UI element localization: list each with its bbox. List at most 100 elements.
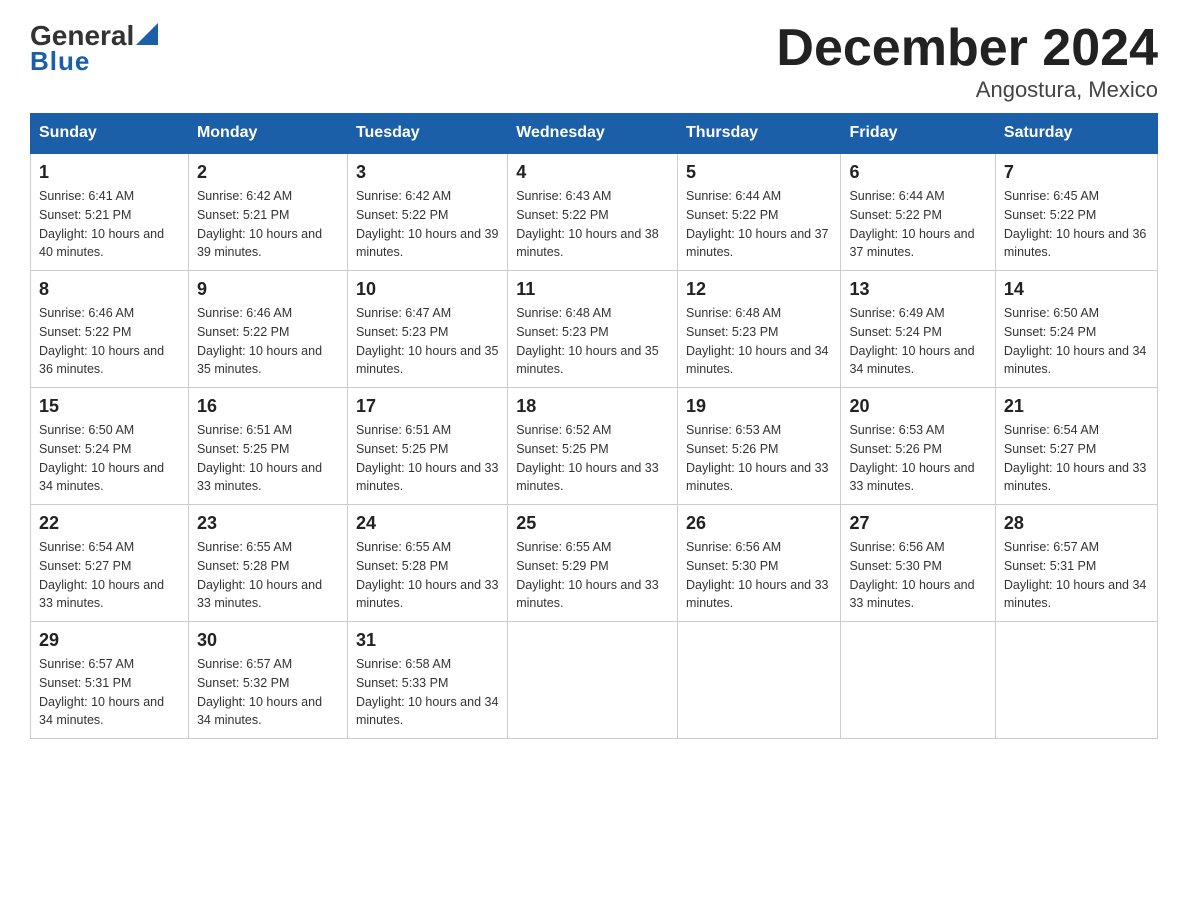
day-number: 20 — [849, 396, 986, 417]
day-number: 9 — [197, 279, 339, 300]
calendar-cell — [508, 622, 678, 739]
day-number: 31 — [356, 630, 499, 651]
day-number: 27 — [849, 513, 986, 534]
day-number: 6 — [849, 162, 986, 183]
calendar-cell: 13 Sunrise: 6:49 AMSunset: 5:24 PMDayligh… — [841, 271, 995, 388]
day-number: 2 — [197, 162, 339, 183]
day-number: 7 — [1004, 162, 1149, 183]
day-info: Sunrise: 6:43 AMSunset: 5:22 PMDaylight:… — [516, 187, 669, 262]
day-number: 5 — [686, 162, 832, 183]
weekday-header-monday: Monday — [188, 114, 347, 154]
day-number: 25 — [516, 513, 669, 534]
day-number: 26 — [686, 513, 832, 534]
day-info: Sunrise: 6:57 AMSunset: 5:31 PMDaylight:… — [1004, 538, 1149, 613]
calendar-cell — [841, 622, 995, 739]
day-number: 28 — [1004, 513, 1149, 534]
day-number: 12 — [686, 279, 832, 300]
day-number: 29 — [39, 630, 180, 651]
day-number: 16 — [197, 396, 339, 417]
weekday-header-saturday: Saturday — [995, 114, 1157, 154]
calendar-cell: 6 Sunrise: 6:44 AMSunset: 5:22 PMDaylight… — [841, 153, 995, 271]
day-info: Sunrise: 6:56 AMSunset: 5:30 PMDaylight:… — [849, 538, 986, 613]
calendar-cell: 10 Sunrise: 6:47 AMSunset: 5:23 PMDayligh… — [347, 271, 507, 388]
day-number: 11 — [516, 279, 669, 300]
calendar-cell: 4Sunrise: 6:43 AMSunset: 5:22 PMDaylight… — [508, 153, 678, 271]
day-info: Sunrise: 6:52 AMSunset: 5:25 PMDaylight:… — [516, 421, 669, 496]
day-info: Sunrise: 6:44 AMSunset: 5:22 PMDaylight:… — [686, 187, 832, 262]
calendar-cell: 8 Sunrise: 6:46 AMSunset: 5:22 PMDaylight… — [31, 271, 189, 388]
week-row-5: 29Sunrise: 6:57 AMSunset: 5:31 PMDayligh… — [31, 622, 1158, 739]
week-row-2: 8 Sunrise: 6:46 AMSunset: 5:22 PMDaylight… — [31, 271, 1158, 388]
day-info: Sunrise: 6:50 AMSunset: 5:24 PMDaylight:… — [39, 421, 180, 496]
day-info: Sunrise: 6:46 AMSunset: 5:22 PMDaylight:… — [39, 304, 180, 379]
calendar-cell: 14 Sunrise: 6:50 AMSunset: 5:24 PMDayligh… — [995, 271, 1157, 388]
calendar-cell: 22Sunrise: 6:54 AMSunset: 5:27 PMDayligh… — [31, 505, 189, 622]
day-info: Sunrise: 6:41 AMSunset: 5:21 PMDaylight:… — [39, 187, 180, 262]
day-info: Sunrise: 6:46 AMSunset: 5:22 PMDaylight:… — [197, 304, 339, 379]
calendar-cell: 11Sunrise: 6:48 AMSunset: 5:23 PMDayligh… — [508, 271, 678, 388]
day-info: Sunrise: 6:53 AMSunset: 5:26 PMDaylight:… — [849, 421, 986, 496]
day-info: Sunrise: 6:53 AMSunset: 5:26 PMDaylight:… — [686, 421, 832, 496]
day-info: Sunrise: 6:42 AMSunset: 5:22 PMDaylight:… — [356, 187, 499, 262]
week-row-3: 15 Sunrise: 6:50 AMSunset: 5:24 PMDayligh… — [31, 388, 1158, 505]
calendar-cell: 25 Sunrise: 6:55 AMSunset: 5:29 PMDayligh… — [508, 505, 678, 622]
title-area: December 2024 Angostura, Mexico — [776, 20, 1158, 103]
day-number: 15 — [39, 396, 180, 417]
calendar-cell: 21Sunrise: 6:54 AMSunset: 5:27 PMDayligh… — [995, 388, 1157, 505]
calendar-cell: 27 Sunrise: 6:56 AMSunset: 5:30 PMDayligh… — [841, 505, 995, 622]
calendar-cell: 20 Sunrise: 6:53 AMSunset: 5:26 PMDayligh… — [841, 388, 995, 505]
logo-triangle-icon — [136, 23, 158, 45]
calendar-table: SundayMondayTuesdayWednesdayThursdayFrid… — [30, 113, 1158, 739]
day-number: 18 — [516, 396, 669, 417]
week-row-4: 22Sunrise: 6:54 AMSunset: 5:27 PMDayligh… — [31, 505, 1158, 622]
day-info: Sunrise: 6:51 AMSunset: 5:25 PMDaylight:… — [356, 421, 499, 496]
calendar-cell: 16Sunrise: 6:51 AMSunset: 5:25 PMDayligh… — [188, 388, 347, 505]
weekday-header-sunday: Sunday — [31, 114, 189, 154]
day-info: Sunrise: 6:47 AMSunset: 5:23 PMDaylight:… — [356, 304, 499, 379]
logo: General Blue — [30, 20, 158, 77]
day-info: Sunrise: 6:42 AMSunset: 5:21 PMDaylight:… — [197, 187, 339, 262]
day-number: 13 — [849, 279, 986, 300]
calendar-cell: 5 Sunrise: 6:44 AMSunset: 5:22 PMDaylight… — [678, 153, 841, 271]
day-info: Sunrise: 6:55 AMSunset: 5:28 PMDaylight:… — [356, 538, 499, 613]
calendar-cell: 15 Sunrise: 6:50 AMSunset: 5:24 PMDayligh… — [31, 388, 189, 505]
day-number: 8 — [39, 279, 180, 300]
calendar-cell: 31Sunrise: 6:58 AMSunset: 5:33 PMDayligh… — [347, 622, 507, 739]
calendar-title: December 2024 — [776, 20, 1158, 77]
day-number: 1 — [39, 162, 180, 183]
calendar-subtitle: Angostura, Mexico — [776, 77, 1158, 103]
day-number: 24 — [356, 513, 499, 534]
weekday-header-friday: Friday — [841, 114, 995, 154]
day-number: 3 — [356, 162, 499, 183]
day-info: Sunrise: 6:55 AMSunset: 5:29 PMDaylight:… — [516, 538, 669, 613]
day-info: Sunrise: 6:56 AMSunset: 5:30 PMDaylight:… — [686, 538, 832, 613]
calendar-cell: 12 Sunrise: 6:48 AMSunset: 5:23 PMDayligh… — [678, 271, 841, 388]
weekday-header-tuesday: Tuesday — [347, 114, 507, 154]
weekday-header-thursday: Thursday — [678, 114, 841, 154]
calendar-cell: 2 Sunrise: 6:42 AMSunset: 5:21 PMDaylight… — [188, 153, 347, 271]
calendar-cell: 26 Sunrise: 6:56 AMSunset: 5:30 PMDayligh… — [678, 505, 841, 622]
day-info: Sunrise: 6:50 AMSunset: 5:24 PMDaylight:… — [1004, 304, 1149, 379]
day-number: 30 — [197, 630, 339, 651]
calendar-cell: 23Sunrise: 6:55 AMSunset: 5:28 PMDayligh… — [188, 505, 347, 622]
calendar-cell: 24 Sunrise: 6:55 AMSunset: 5:28 PMDayligh… — [347, 505, 507, 622]
calendar-cell: 7 Sunrise: 6:45 AMSunset: 5:22 PMDaylight… — [995, 153, 1157, 271]
calendar-cell — [678, 622, 841, 739]
calendar-cell: 17Sunrise: 6:51 AMSunset: 5:25 PMDayligh… — [347, 388, 507, 505]
day-info: Sunrise: 6:45 AMSunset: 5:22 PMDaylight:… — [1004, 187, 1149, 262]
calendar-cell: 1 Sunrise: 6:41 AMSunset: 5:21 PMDaylight… — [31, 153, 189, 271]
day-number: 22 — [39, 513, 180, 534]
calendar-cell: 9 Sunrise: 6:46 AMSunset: 5:22 PMDaylight… — [188, 271, 347, 388]
day-number: 21 — [1004, 396, 1149, 417]
calendar-cell: 18 Sunrise: 6:52 AMSunset: 5:25 PMDayligh… — [508, 388, 678, 505]
calendar-cell: 28 Sunrise: 6:57 AMSunset: 5:31 PMDayligh… — [995, 505, 1157, 622]
week-row-1: 1 Sunrise: 6:41 AMSunset: 5:21 PMDaylight… — [31, 153, 1158, 271]
day-info: Sunrise: 6:49 AMSunset: 5:24 PMDaylight:… — [849, 304, 986, 379]
day-info: Sunrise: 6:44 AMSunset: 5:22 PMDaylight:… — [849, 187, 986, 262]
day-number: 10 — [356, 279, 499, 300]
logo-blue: Blue — [30, 46, 90, 77]
day-number: 19 — [686, 396, 832, 417]
day-number: 14 — [1004, 279, 1149, 300]
day-number: 23 — [197, 513, 339, 534]
day-info: Sunrise: 6:48 AMSunset: 5:23 PMDaylight:… — [686, 304, 832, 379]
